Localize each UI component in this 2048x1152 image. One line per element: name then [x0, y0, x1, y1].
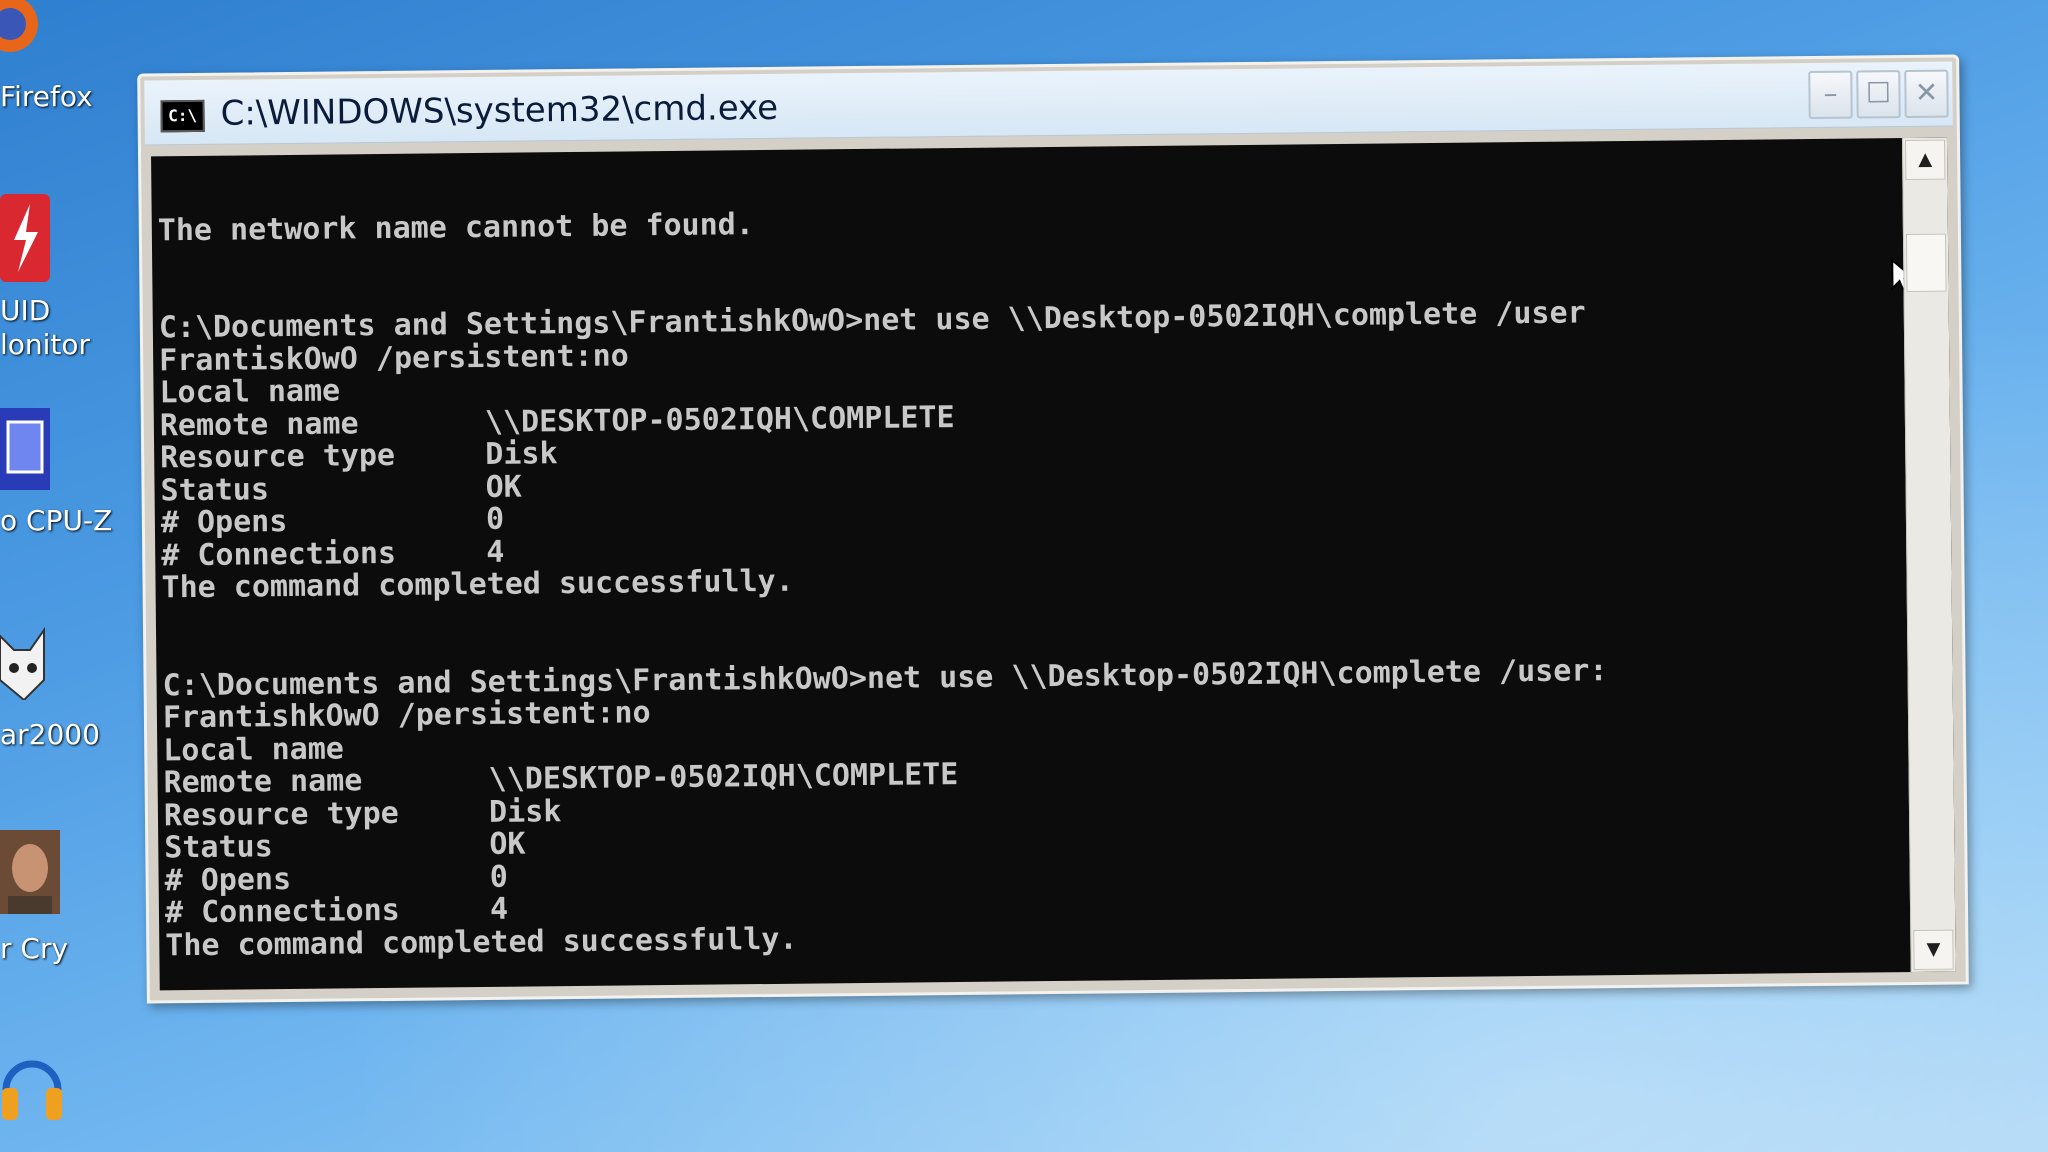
scroll-thumb[interactable]: [1905, 233, 1947, 293]
audacity-icon: [2, 1060, 62, 1120]
maximize-icon: ☐: [1865, 76, 1892, 110]
desktop-icon-label: ar2000: [0, 718, 100, 751]
desktop-icon-label: UID lonitor: [0, 294, 90, 362]
minimize-button[interactable]: –: [1808, 70, 1853, 120]
cpuz-icon: [0, 408, 50, 490]
arrow-up-icon: ▲: [1918, 148, 1933, 170]
cat-icon: [0, 626, 45, 700]
arrow-down-icon: ▼: [1926, 938, 1941, 960]
minimize-icon: –: [1823, 76, 1838, 110]
title-bar[interactable]: C:\ C:\WINDOWS\system32\cmd.exe – ☐ ✕: [144, 61, 1953, 146]
console-output[interactable]: The network name cannot be found. C:\Docu…: [151, 137, 1956, 991]
console-text: The network name cannot be found. C:\Docu…: [157, 164, 1895, 963]
farcry-icon: [0, 830, 60, 914]
window-title: C:\WINDOWS\system32\cmd.exe: [220, 87, 779, 134]
desktop-icon-cpuz[interactable]: o CPU-Z: [0, 400, 113, 550]
desktop-icon-ar2000[interactable]: ar2000: [0, 620, 110, 760]
desktop-icon-firefox[interactable]: Firefox: [0, 0, 110, 120]
vertical-scrollbar[interactable]: ▲ ▼: [1901, 137, 1956, 973]
desktop-icon-label-text: UID lonitor: [0, 294, 91, 361]
maximize-button[interactable]: ☐: [1856, 70, 1901, 119]
close-button[interactable]: ✕: [1904, 69, 1949, 119]
desktop-icon-audacity[interactable]: [0, 1050, 110, 1150]
desktop-icon-label: r Cry: [0, 932, 69, 965]
firefox-icon: [0, 0, 38, 52]
scroll-up-button[interactable]: ▲: [1904, 139, 1946, 181]
desktop-icon-label: o CPU-Z: [0, 504, 113, 537]
cmd-window[interactable]: C:\ C:\WINDOWS\system32\cmd.exe – ☐ ✕ Th…: [137, 54, 1969, 1004]
desktop-icon-farcry[interactable]: r Cry: [0, 830, 110, 980]
cmd-icon: C:\: [160, 99, 205, 133]
scroll-down-button[interactable]: ▼: [1913, 929, 1954, 971]
desktop-icon-label: Firefox: [0, 80, 93, 113]
desktop-icon-hwmonitor[interactable]: UID lonitor: [0, 190, 110, 370]
close-icon: ✕: [1914, 75, 1939, 109]
hwmonitor-icon: [0, 194, 50, 282]
